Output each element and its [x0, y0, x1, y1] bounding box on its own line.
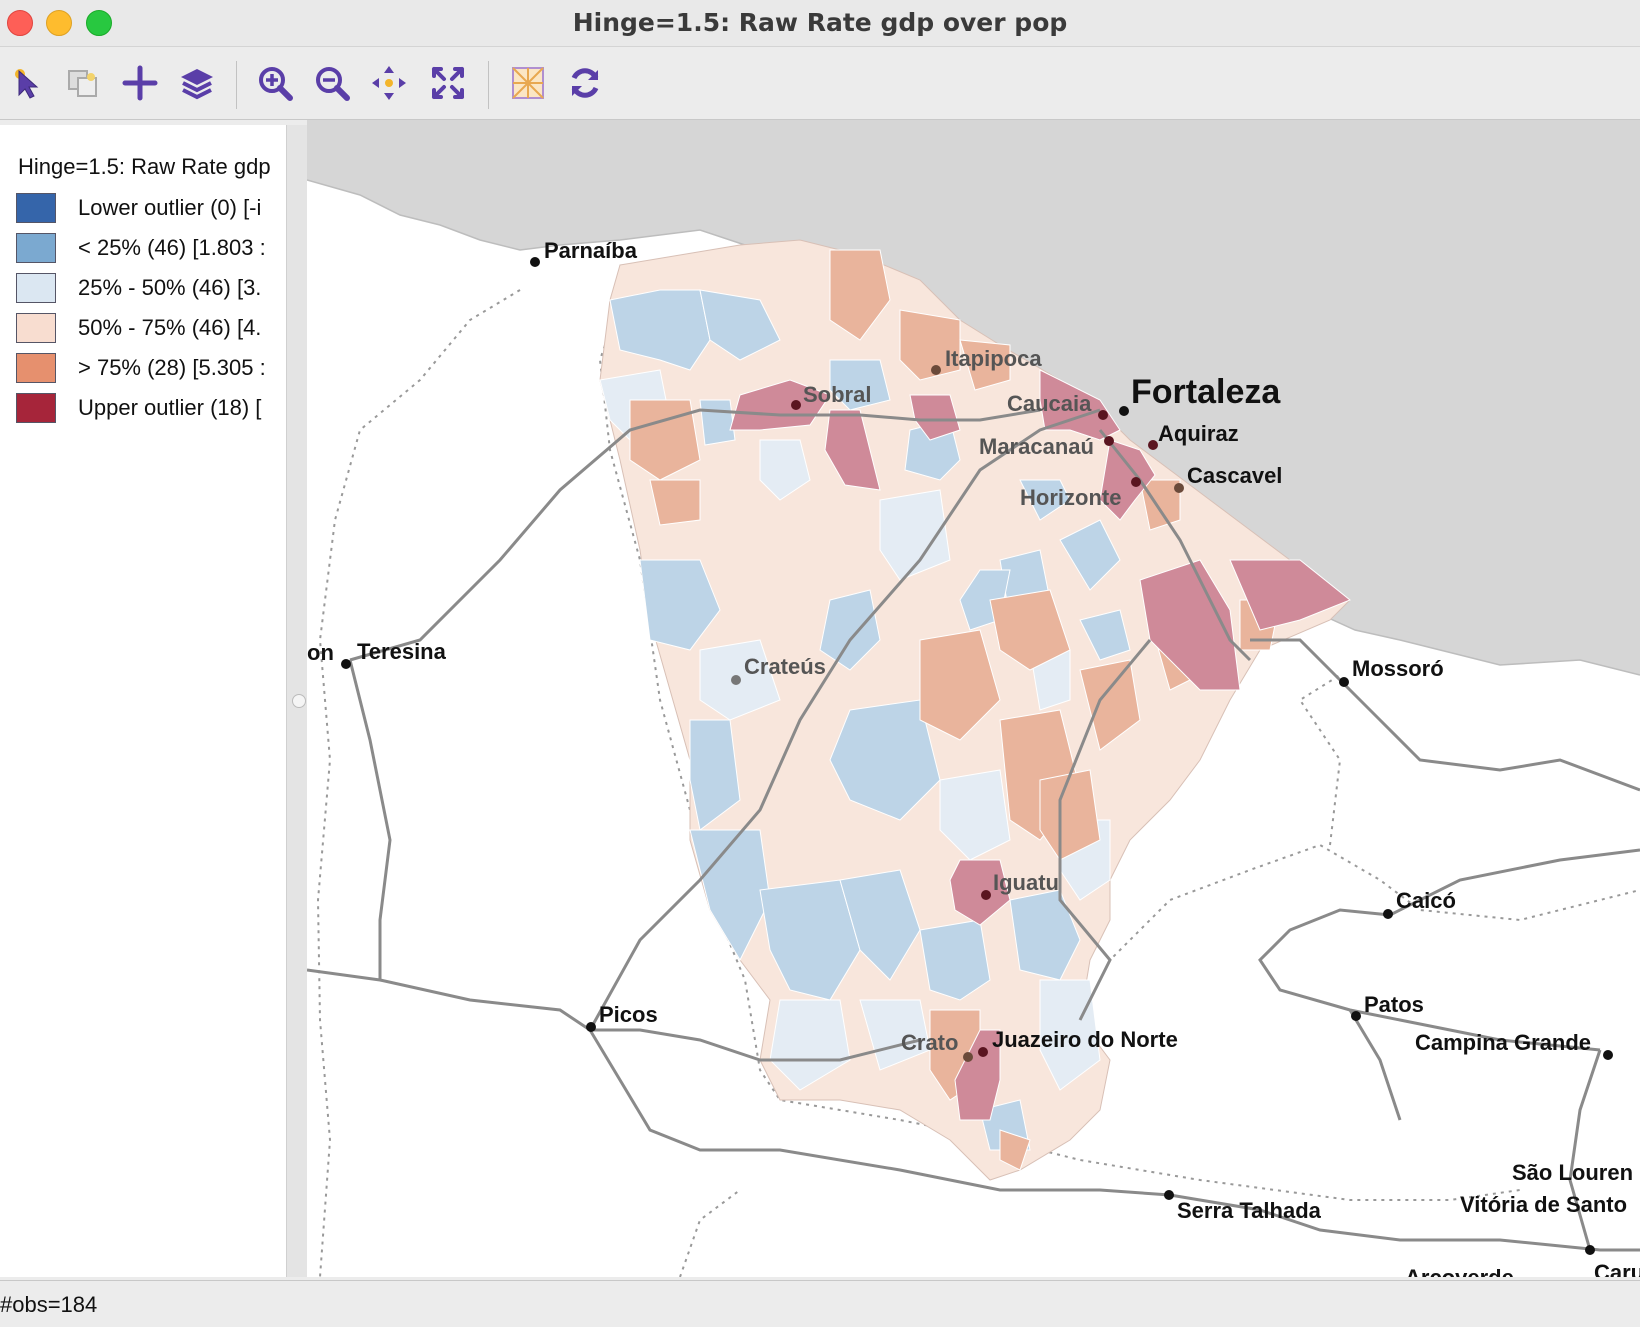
city-dot	[1104, 436, 1114, 446]
add-icon	[122, 65, 158, 101]
city-dot	[530, 257, 540, 267]
city-label-cascavel: Cascavel	[1187, 463, 1282, 488]
city-label-maracanau: Maracanaú	[979, 434, 1094, 459]
city-label-juazeiro: Juazeiro do Norte	[992, 1027, 1178, 1052]
legend-swatch	[16, 313, 56, 343]
select-tool-button[interactable]	[5, 61, 49, 105]
legend-label: 25% - 50% (46) [3.	[78, 275, 262, 300]
observation-count: #obs=184	[0, 1292, 98, 1317]
city-dot	[1148, 440, 1158, 450]
legend-swatch	[16, 353, 56, 383]
layers-icon	[181, 69, 213, 100]
toolbar-separator	[236, 61, 237, 109]
status-bar: #obs=184	[0, 1280, 1640, 1327]
legend-label: 50% - 75% (46) [4.	[78, 315, 262, 340]
full-extent-icon	[432, 67, 464, 99]
pan-button[interactable]	[367, 61, 411, 105]
legend-title: Hinge=1.5: Raw Rate gdp	[18, 154, 271, 179]
map-svg[interactable]: Parnaíba on Teresina Sobral Itapipoca Ca…	[307, 120, 1640, 1277]
city-label-saolouren: São Louren	[1512, 1160, 1633, 1185]
city-dot	[731, 675, 741, 685]
city-label-picos: Picos	[599, 1002, 658, 1027]
legend-label: < 25% (46) [1.803 :	[78, 235, 266, 260]
toolbar	[0, 47, 1640, 120]
city-label-on: on	[307, 640, 334, 665]
city-label-caucaia: Caucaia	[1007, 391, 1092, 416]
city-label-aquiraz: Aquiraz	[1158, 421, 1239, 446]
city-dot	[1351, 1011, 1361, 1021]
city-label-caru: Caru	[1594, 1260, 1640, 1277]
map-canvas[interactable]: Parnaíba on Teresina Sobral Itapipoca Ca…	[307, 120, 1640, 1277]
city-dot	[1098, 410, 1108, 420]
select-icon	[15, 69, 39, 99]
city-label-horizonte: Horizonte	[1020, 485, 1121, 510]
legend-label: Upper outlier (18) [	[78, 395, 262, 420]
city-label-crateus: Crateús	[744, 654, 826, 679]
city-label-arcoverde: Arcoverde	[1405, 1265, 1514, 1277]
basemap-button[interactable]	[506, 61, 550, 105]
city-dot	[1164, 1190, 1174, 1200]
city-dot	[981, 890, 991, 900]
city-label-parnaiba: Parnaíba	[544, 238, 638, 263]
pan-icon	[372, 66, 406, 100]
city-label-patos: Patos	[1364, 992, 1424, 1017]
city-label-crato: Crato	[901, 1030, 958, 1055]
city-dot	[1131, 477, 1141, 487]
legend-swatch	[16, 233, 56, 263]
refresh-icon	[571, 68, 599, 98]
city-dot	[791, 400, 801, 410]
city-dot	[1585, 1245, 1595, 1255]
add-button[interactable]	[118, 61, 162, 105]
city-dot	[341, 659, 351, 669]
zoom-out-button[interactable]	[310, 61, 354, 105]
city-dot	[1383, 909, 1393, 919]
city-label-serra: Serra Talhada	[1177, 1198, 1322, 1223]
window-title: Hinge=1.5: Raw Rate gdp over pop	[572, 8, 1068, 37]
selection-shape-icon	[68, 70, 97, 97]
city-label-teresina: Teresina	[357, 639, 447, 664]
zoom-out-icon	[316, 67, 350, 101]
zoom-in-icon	[259, 67, 293, 101]
city-label-vitoria: Vitória de Santo	[1460, 1192, 1627, 1217]
layers-button[interactable]	[175, 61, 219, 105]
city-label-caico: Caicó	[1396, 888, 1456, 913]
legend-panel[interactable]: Hinge=1.5: Raw Rate gdp Lower outlier (0…	[0, 125, 287, 1277]
legend-swatch	[16, 193, 56, 223]
city-dot	[931, 365, 941, 375]
basemap-icon	[512, 67, 544, 99]
city-dot	[978, 1047, 988, 1057]
full-extent-button[interactable]	[426, 61, 470, 105]
city-label-iguatu: Iguatu	[993, 870, 1059, 895]
city-dot	[1119, 406, 1129, 416]
legend-label: Lower outlier (0) [-i	[78, 195, 262, 220]
city-label-campina: Campina Grande	[1415, 1030, 1591, 1055]
toolbar-separator	[488, 61, 489, 109]
title-bar: Hinge=1.5: Raw Rate gdp over pop	[0, 0, 1640, 47]
city-label-mossoro: Mossoró	[1352, 656, 1444, 681]
city-label-itapipoca: Itapipoca	[945, 346, 1042, 371]
city-dot	[586, 1022, 596, 1032]
city-dot	[1174, 483, 1184, 493]
city-dot	[1603, 1050, 1613, 1060]
zoom-in-button[interactable]	[253, 61, 297, 105]
city-label-sobral: Sobral	[803, 382, 871, 407]
city-dot	[1339, 677, 1349, 687]
selection-shape-button[interactable]	[61, 61, 105, 105]
legend-swatch	[16, 393, 56, 423]
refresh-button[interactable]	[563, 61, 607, 105]
legend-swatch	[16, 273, 56, 303]
city-dot	[963, 1052, 973, 1062]
city-label-fortaleza: Fortaleza	[1131, 373, 1281, 411]
splitter-grip[interactable]	[292, 694, 306, 708]
legend-label: > 75% (28) [5.305 :	[78, 355, 266, 380]
